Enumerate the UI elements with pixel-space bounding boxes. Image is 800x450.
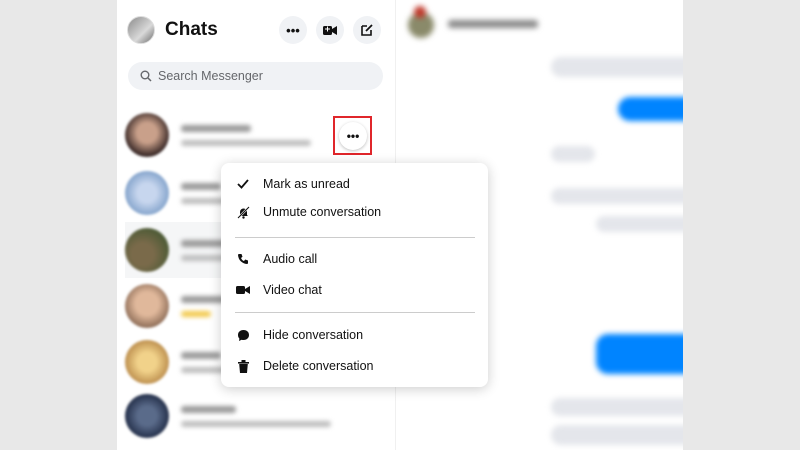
menu-item-label: Audio call: [263, 252, 318, 266]
avatar: [125, 228, 169, 272]
sidebar-header: Chats •••: [127, 14, 387, 46]
speech-bubble-icon: [235, 327, 251, 343]
more-icon: •••: [346, 129, 360, 143]
menu-item-label: Hide conversation: [263, 328, 364, 342]
list-item-preview: [181, 295, 226, 317]
menu-item-label: Unmute conversation: [263, 205, 382, 219]
menu-item-audio-call[interactable]: Audio call: [221, 245, 488, 273]
menu-item-hide-conversation[interactable]: Hide conversation: [221, 321, 488, 349]
page-title: Chats: [165, 19, 218, 40]
video-camera-icon: [323, 25, 337, 35]
avatar[interactable]: [127, 16, 155, 44]
phone-icon: [235, 251, 251, 267]
menu-item-video-chat[interactable]: Video chat: [221, 276, 488, 304]
avatar: [125, 113, 169, 157]
menu-item-unmute-conversation[interactable]: Unmute conversation: [221, 198, 488, 226]
trash-icon: [235, 358, 251, 374]
list-item-preview: [181, 124, 311, 146]
search-input[interactable]: [158, 69, 358, 83]
menu-item-mark-as-unread[interactable]: Mark as unread: [221, 170, 488, 198]
avatar: [125, 171, 169, 215]
more-icon: •••: [286, 22, 300, 38]
context-menu: Mark as unread Unmute conversation Audio…: [221, 163, 488, 387]
video-camera-icon: [235, 282, 251, 298]
bell-muted-icon: [235, 204, 251, 220]
list-item-preview: [181, 405, 331, 427]
conversation-options-button[interactable]: •••: [339, 122, 367, 150]
conversation-header: [406, 6, 676, 40]
messenger-window: Chats ••• Search Messenger ••• Mark as u…: [117, 0, 683, 450]
menu-item-label: Video chat: [263, 283, 322, 297]
more-options-button[interactable]: •••: [279, 16, 307, 44]
menu-item-label: Mark as unread: [263, 177, 350, 191]
new-message-button[interactable]: [353, 16, 381, 44]
new-video-call-button[interactable]: [316, 16, 344, 44]
menu-item-delete-conversation[interactable]: Delete conversation: [221, 352, 488, 380]
avatar: [125, 394, 169, 438]
avatar: [125, 284, 169, 328]
checkmark-icon: [235, 176, 251, 192]
avatar: [125, 340, 169, 384]
search-bar[interactable]: [128, 62, 383, 90]
compose-icon: [361, 24, 373, 36]
menu-item-label: Delete conversation: [263, 359, 374, 373]
menu-divider: [235, 312, 475, 313]
search-icon: [140, 70, 152, 82]
list-item[interactable]: [125, 388, 387, 444]
menu-divider: [235, 237, 475, 238]
